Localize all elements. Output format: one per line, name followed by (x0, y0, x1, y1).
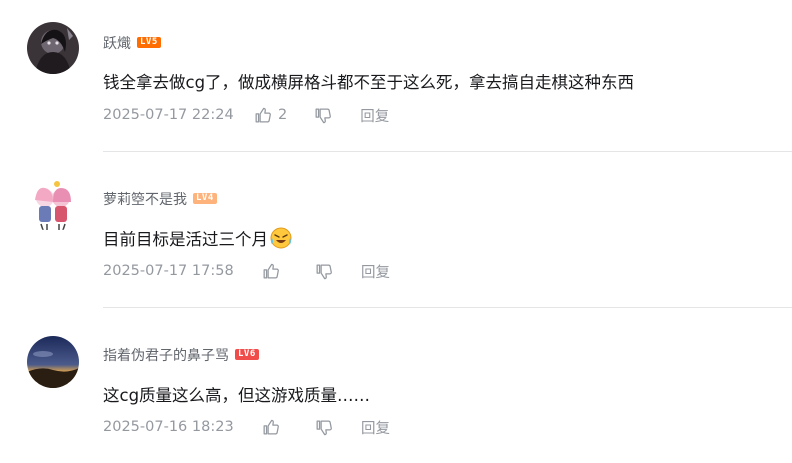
comment-time: 2025-07-17 22:24 (103, 107, 234, 123)
dislike-button[interactable] (313, 106, 332, 125)
comment-text: 这cg质量这么高，但这游戏质量…… (103, 386, 371, 405)
thumbs-down-icon (316, 264, 332, 279)
reply-button[interactable]: 回复 (360, 105, 389, 126)
thumbs-down-icon (316, 420, 332, 435)
level-badge: LV6 (235, 349, 259, 360)
comment-meta: 2025-07-17 22:24 2 回复 (103, 104, 389, 126)
thumbs-up-icon (263, 419, 279, 434)
reply-button[interactable]: 回复 (361, 261, 390, 282)
thumbs-up-icon (255, 107, 271, 122)
avatar[interactable] (27, 336, 79, 388)
reply-button[interactable]: 回复 (361, 417, 390, 438)
thumbs-up-icon (263, 263, 279, 278)
avatar[interactable] (27, 180, 79, 232)
comment-text: 钱全拿去做cg了，做成横屏格斗都不至于这么死，拿去搞自走棋这种东西 (103, 73, 635, 92)
crying-laughing-emoji-icon (269, 227, 293, 253)
comment-text: 目前目标是活过三个月 (103, 226, 293, 253)
avatar[interactable] (27, 22, 79, 74)
comment-item: 跃熾 LV5 钱全拿去做cg了，做成横屏格斗都不至于这么死，拿去搞自走棋这种东西 … (0, 0, 792, 152)
avatar-image (27, 180, 79, 232)
username[interactable]: 跃熾 LV5 (103, 33, 161, 53)
avatar-image (27, 336, 79, 388)
dislike-button[interactable] (314, 262, 333, 281)
comment-meta: 2025-07-17 17:58 回复 (103, 260, 390, 282)
comment-time: 2025-07-17 17:58 (103, 263, 234, 279)
username[interactable]: 指着伪君子的鼻子骂 LV6 (103, 345, 259, 365)
username-text[interactable]: 萝莉箜不是我 (103, 192, 187, 208)
username[interactable]: 萝莉箜不是我 LV4 (103, 189, 217, 209)
comment-item: 指着伪君子的鼻子骂 LV6 这cg质量这么高，但这游戏质量…… 2025-07-1… (0, 308, 792, 463)
like-button[interactable]: 2 (253, 106, 287, 125)
like-button[interactable] (261, 418, 280, 437)
level-badge: LV4 (193, 193, 217, 204)
username-text[interactable]: 指着伪君子的鼻子骂 (103, 348, 229, 364)
comment-item: 萝莉箜不是我 LV4 目前目标是活过三个月 2025-07-17 17:58 回复 (0, 152, 792, 308)
thumbs-down-icon (315, 108, 332, 123)
avatar-image (27, 22, 79, 74)
comment-meta: 2025-07-16 18:23 回复 (103, 416, 390, 438)
level-badge: LV5 (137, 37, 161, 48)
comment-time: 2025-07-16 18:23 (103, 419, 234, 435)
username-text[interactable]: 跃熾 (103, 36, 131, 52)
dislike-button[interactable] (314, 418, 333, 437)
like-count: 2 (278, 107, 288, 123)
like-button[interactable] (261, 262, 280, 281)
comment-text-body: 目前目标是活过三个月 (103, 230, 268, 249)
